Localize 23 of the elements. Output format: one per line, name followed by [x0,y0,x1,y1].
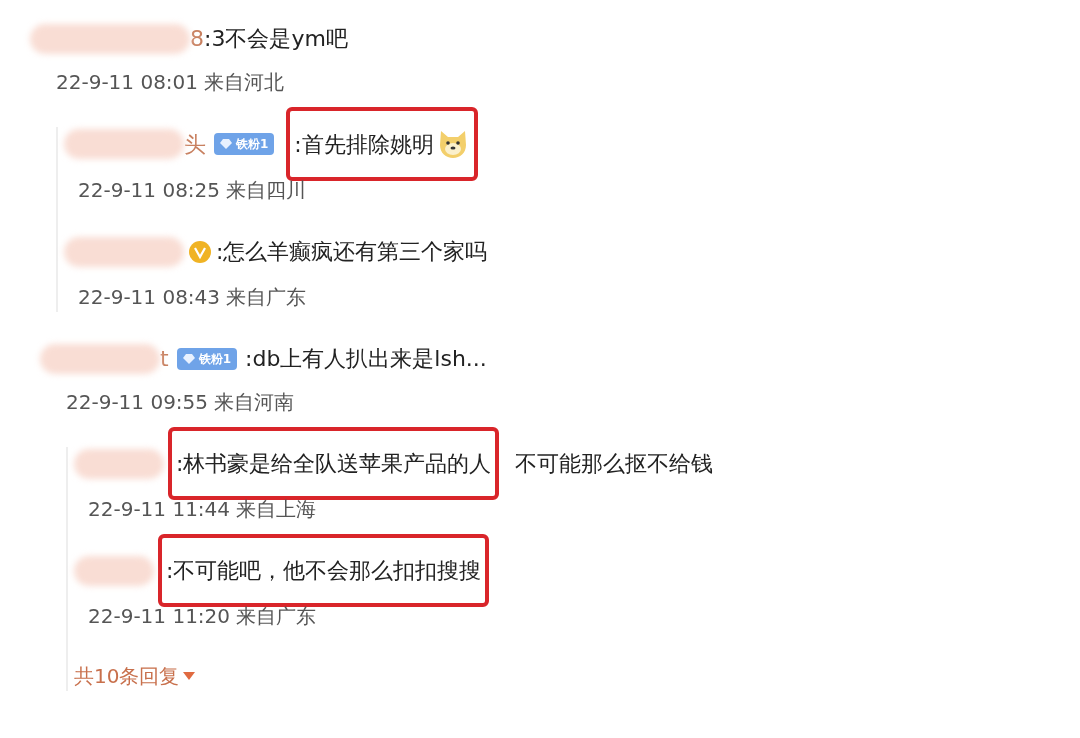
username[interactable]: 8 [190,22,204,55]
comment-text: :林书豪是给全队送苹果产品的人 [176,450,492,478]
comment-text: :首先排除姚明 [294,130,434,159]
comment-time: 22-9-11 08:25 来自四川 [78,177,308,204]
comment-time: 22-9-11 09:55 来自河南 [66,389,296,416]
username[interactable]: 头 [184,127,206,161]
comment-text: :不可能吧，他不会那么扣扣搜搜 [166,557,482,585]
comment-text: :怎么羊癫疯还有第三个家吗 [216,238,488,266]
diamond-icon [220,138,232,150]
verified-icon [188,239,212,264]
comment-text: :3不会是ym吧 [204,25,348,53]
diamond-icon [182,352,195,365]
comment-text: 不可能那么抠不给钱 [515,450,714,478]
fan-badge: 铁粉1 [176,347,237,370]
comment-time: 22-9-11 11:20 来自广东 [88,603,318,630]
more-replies-link[interactable]: 共10条回复 [74,661,196,691]
fan-badge: 铁粉1 [214,133,275,155]
comment-time: 22-9-11 11:44 来自上海 [88,496,318,523]
username[interactable]: t [160,342,169,375]
comment-text: :db上有人扒出来是lsh... [245,345,487,373]
comment-time: 22-9-11 08:43 来自广东 [78,284,308,311]
comment-time: 22-9-11 08:01 来自河北 [56,69,286,96]
caret-down-icon [183,672,196,680]
